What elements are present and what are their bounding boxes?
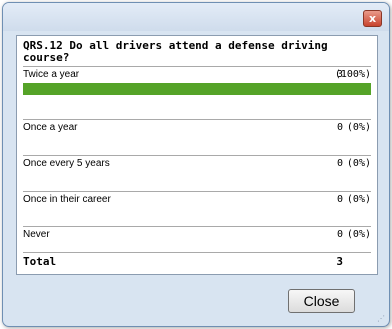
answer-row: Once a year 0 (0%) <box>23 119 371 136</box>
answer-row: Twice a year 3 (100%) <box>23 66 371 83</box>
answer-percent: (0%) <box>346 229 371 240</box>
answer-label: Once a year <box>23 122 78 133</box>
answer-percent: (0%) <box>346 158 371 169</box>
answer-label: Twice a year <box>23 69 80 80</box>
answer-label: Once in their career <box>23 194 111 205</box>
answer-row: Never 0 (0%) <box>23 226 371 243</box>
answer-percent: (0%) <box>346 122 371 133</box>
close-button[interactable]: Close <box>288 289 355 313</box>
answer-label: Once every 5 years <box>23 158 110 169</box>
answer-percent: (0%) <box>346 194 371 205</box>
total-count: 3 <box>336 255 343 268</box>
answer-count: 0 <box>336 122 343 133</box>
answer-count: 0 <box>336 194 343 205</box>
answer-bar-track <box>23 83 371 95</box>
close-icon[interactable]: x <box>363 10 382 27</box>
question-title: QRS.12 Do all drivers attend a defense d… <box>23 39 328 64</box>
dialog-titlebar: x <box>3 3 389 31</box>
answer-count: 0 <box>336 229 343 240</box>
answer-row: Once every 5 years 0 (0%) <box>23 155 371 172</box>
total-label: Total <box>23 255 57 268</box>
answer-count: 0 <box>336 158 343 169</box>
answer-bar <box>23 83 371 95</box>
answer-label: Never <box>23 229 50 240</box>
answer-percent: (100%) <box>334 69 371 80</box>
results-panel: QRS.12 Do all drivers attend a defense d… <box>16 35 378 275</box>
poll-result-dialog: x QRS.12 Do all drivers attend a defense… <box>2 2 390 327</box>
total-row: Total 3 <box>23 252 371 269</box>
answer-row: Once in their career 0 (0%) <box>23 191 371 208</box>
resize-grip-icon[interactable]: ⋰ <box>377 314 385 323</box>
